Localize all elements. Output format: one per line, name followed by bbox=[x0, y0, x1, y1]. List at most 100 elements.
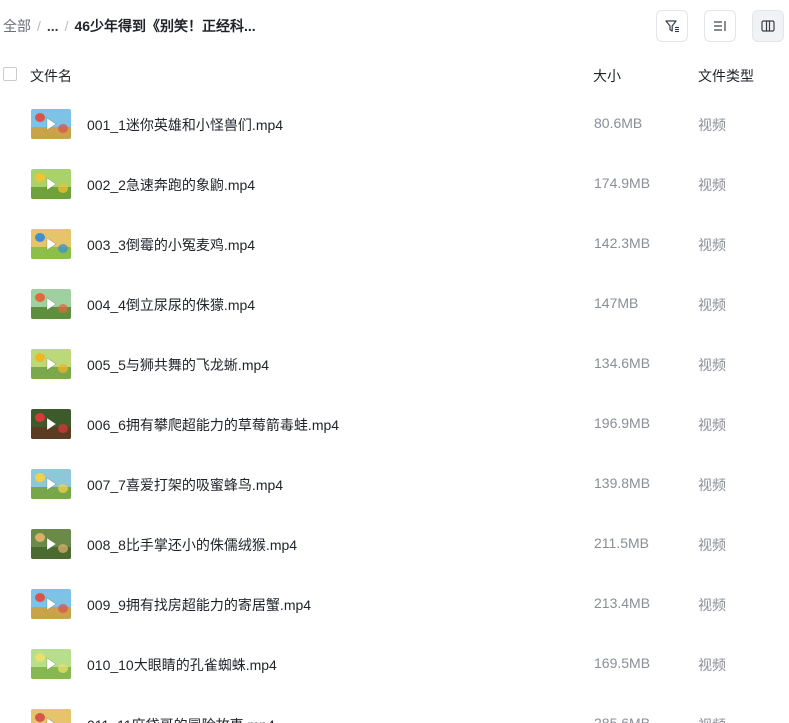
video-thumbnail[interactable] bbox=[31, 349, 71, 379]
breadcrumb-separator: / bbox=[37, 18, 41, 34]
filter-button[interactable] bbox=[656, 10, 688, 42]
thumbnail-figure bbox=[35, 653, 45, 662]
file-row[interactable]: 010_10大眼睛的孔雀蜘蛛.mp4 169.5MB 视频 bbox=[0, 634, 789, 694]
file-size: 174.9MB bbox=[594, 175, 651, 191]
video-thumbnail[interactable] bbox=[31, 529, 71, 559]
breadcrumb-current-folder: 46少年得到《别笑！正经科... bbox=[74, 18, 256, 34]
play-icon bbox=[46, 717, 56, 723]
file-name[interactable]: 003_3倒霉的小冤麦鸡.mp4 bbox=[87, 235, 255, 255]
video-thumbnail[interactable] bbox=[31, 469, 71, 499]
column-header-type[interactable]: 文件类型 bbox=[698, 66, 754, 86]
play-icon bbox=[46, 657, 57, 671]
video-thumbnail[interactable] bbox=[31, 109, 71, 139]
file-name[interactable]: 004_4倒立尿尿的侏獴.mp4 bbox=[87, 295, 255, 315]
play-icon bbox=[46, 177, 57, 191]
filter-icon bbox=[665, 20, 679, 33]
file-size: 196.9MB bbox=[594, 415, 651, 431]
sort-button[interactable] bbox=[704, 10, 736, 42]
thumbnail-figure bbox=[35, 293, 45, 302]
sort-icon bbox=[714, 21, 726, 31]
file-name[interactable]: 006_6拥有攀爬超能力的草莓箭毒蛙.mp4 bbox=[87, 415, 339, 435]
column-header-name[interactable]: 文件名 bbox=[30, 66, 72, 86]
file-type: 视频 bbox=[698, 237, 726, 253]
thumbnail-figure bbox=[58, 424, 68, 433]
file-name[interactable]: 001_1迷你英雄和小怪兽们.mp4 bbox=[87, 115, 283, 135]
thumbnail-figure bbox=[35, 413, 45, 422]
file-name[interactable]: 008_8比手掌还小的侏儒绒猴.mp4 bbox=[87, 535, 297, 555]
play-icon bbox=[46, 477, 57, 491]
breadcrumb-root-link[interactable]: 全部 bbox=[3, 16, 31, 36]
file-name[interactable]: 002_2急速奔跑的象鼩.mp4 bbox=[87, 175, 255, 195]
file-type: 视频 bbox=[698, 297, 726, 313]
top-bar: 全部 / ... / 46少年得到《别笑！正经科... bbox=[0, 0, 789, 52]
video-thumbnail[interactable] bbox=[31, 169, 71, 199]
file-row[interactable]: 007_7喜爱打架的吸蜜蜂鸟.mp4 139.8MB 视频 bbox=[0, 454, 789, 514]
file-size: 285.6MB bbox=[594, 715, 651, 723]
file-size: 169.5MB bbox=[594, 655, 651, 671]
file-row[interactable]: 001_1迷你英雄和小怪兽们.mp4 80.6MB 视频 bbox=[0, 94, 789, 154]
file-type: 视频 bbox=[698, 477, 726, 493]
play-icon bbox=[46, 237, 57, 251]
file-type: 视频 bbox=[698, 537, 726, 553]
thumbnail-figure bbox=[58, 664, 68, 673]
file-row[interactable]: 008_8比手掌还小的侏儒绒猴.mp4 211.5MB 视频 bbox=[0, 514, 789, 574]
play-icon bbox=[46, 117, 57, 131]
file-row[interactable]: 006_6拥有攀爬超能力的草莓箭毒蛙.mp4 196.9MB 视频 bbox=[0, 394, 789, 454]
select-all-checkbox[interactable] bbox=[3, 67, 17, 81]
column-header-size[interactable]: 大小 bbox=[593, 66, 621, 86]
file-size: 80.6MB bbox=[594, 115, 643, 131]
file-row[interactable]: 004_4倒立尿尿的侏獴.mp4 147MB 视频 bbox=[0, 274, 789, 334]
thumbnail-figure bbox=[58, 304, 68, 313]
file-type: 视频 bbox=[698, 657, 726, 673]
thumbnail-figure bbox=[58, 604, 68, 613]
file-type: 视频 bbox=[698, 357, 726, 373]
play-icon bbox=[46, 597, 57, 611]
play-icon bbox=[46, 417, 57, 431]
file-name[interactable]: 009_9拥有找房超能力的寄居蟹.mp4 bbox=[87, 595, 311, 615]
file-type: 视频 bbox=[698, 417, 726, 433]
video-thumbnail[interactable] bbox=[31, 289, 71, 319]
file-row[interactable]: 009_9拥有找房超能力的寄居蟹.mp4 213.4MB 视频 bbox=[0, 574, 789, 634]
file-type: 视频 bbox=[698, 177, 726, 193]
thumbnail-figure bbox=[35, 473, 45, 482]
file-size: 211.5MB bbox=[594, 535, 649, 551]
play-icon bbox=[46, 357, 57, 371]
thumbnail-figure bbox=[35, 173, 45, 182]
file-row[interactable]: 011_11麻袋哥的冒险故事.mp4 285.6MB 视频 bbox=[0, 694, 789, 723]
file-type: 视频 bbox=[698, 117, 726, 133]
video-thumbnail[interactable] bbox=[31, 709, 71, 723]
file-name[interactable]: 007_7喜爱打架的吸蜜蜂鸟.mp4 bbox=[87, 475, 283, 495]
thumbnail-figure bbox=[58, 124, 68, 133]
file-type: 视频 bbox=[698, 597, 726, 613]
thumbnail-figure bbox=[58, 244, 68, 253]
thumbnail-figure bbox=[35, 353, 45, 362]
file-row[interactable]: 002_2急速奔跑的象鼩.mp4 174.9MB 视频 bbox=[0, 154, 789, 214]
thumbnail-figure bbox=[35, 533, 45, 542]
play-icon bbox=[46, 537, 57, 551]
thumbnail-figure bbox=[35, 593, 45, 602]
file-list: 001_1迷你英雄和小怪兽们.mp4 80.6MB 视频 002_2急速奔跑的象鼩.m… bbox=[0, 94, 789, 723]
breadcrumb-ellipsis[interactable]: ... bbox=[47, 18, 59, 34]
video-thumbnail[interactable] bbox=[31, 229, 71, 259]
column-view-button[interactable] bbox=[752, 10, 784, 42]
thumbnail-figure bbox=[58, 484, 68, 493]
thumbnail-figure bbox=[58, 364, 68, 373]
video-thumbnail[interactable] bbox=[31, 649, 71, 679]
file-size: 134.6MB bbox=[594, 355, 651, 371]
file-size: 142.3MB bbox=[594, 235, 651, 251]
file-size: 213.4MB bbox=[594, 595, 651, 611]
file-list-header: 文件名 大小 文件类型 bbox=[0, 60, 789, 88]
file-size: 147MB bbox=[594, 295, 639, 311]
file-name[interactable]: 010_10大眼睛的孔雀蜘蛛.mp4 bbox=[87, 655, 277, 675]
file-name[interactable]: 011_11麻袋哥的冒险故事.mp4 bbox=[87, 715, 275, 723]
play-icon bbox=[46, 297, 57, 311]
file-name[interactable]: 005_5与狮共舞的飞龙蜥.mp4 bbox=[87, 355, 269, 375]
thumbnail-figure bbox=[35, 113, 45, 122]
video-thumbnail[interactable] bbox=[31, 589, 71, 619]
file-row[interactable]: 003_3倒霉的小冤麦鸡.mp4 142.3MB 视频 bbox=[0, 214, 789, 274]
file-row[interactable]: 005_5与狮共舞的飞龙蜥.mp4 134.6MB 视频 bbox=[0, 334, 789, 394]
breadcrumb: 全部 / ... / 46少年得到《别笑！正经科... bbox=[3, 17, 256, 35]
thumbnail-figure bbox=[35, 713, 45, 722]
thumbnail-figure bbox=[35, 233, 45, 242]
video-thumbnail[interactable] bbox=[31, 409, 71, 439]
